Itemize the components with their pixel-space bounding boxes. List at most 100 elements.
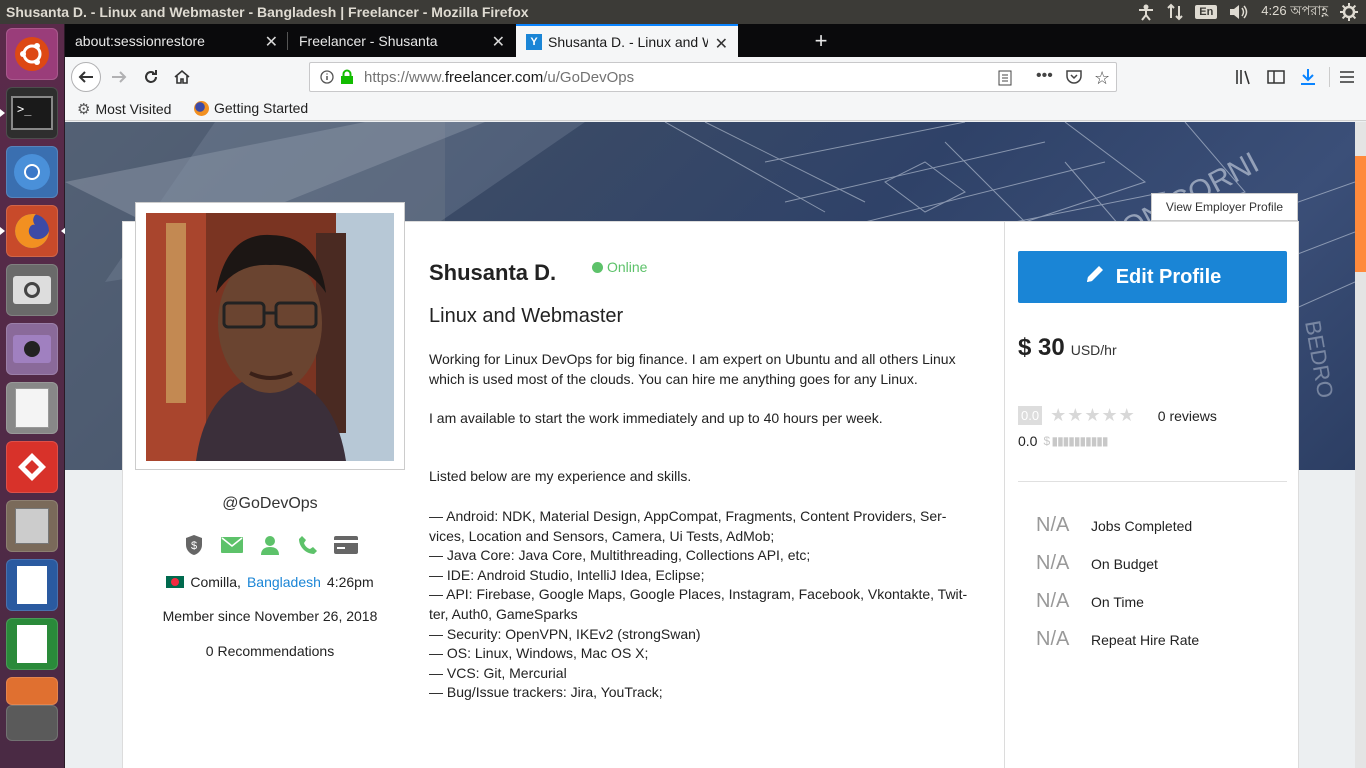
divider [1018, 481, 1287, 482]
recommendations-count[interactable]: 0 Recommendations [135, 643, 405, 659]
stat-on-time: N/A On Time [1036, 590, 1144, 613]
pocket-icon[interactable] [1066, 70, 1082, 90]
clock[interactable]: 4:26 অপরাহ্ণ [1261, 2, 1328, 23]
url-text[interactable]: https://www.freelancer.com/u/GoDevOps [364, 69, 634, 86]
text-editor-icon[interactable] [6, 382, 58, 434]
earnings-score: 0.0 $ ▮▮▮▮▮▮▮▮▮▮ [1018, 433, 1109, 449]
accessibility-icon[interactable] [1137, 3, 1155, 21]
bio-paragraph: Working for Linux DevOps for big finance… [429, 351, 956, 387]
hourly-rate: $ 30 USD/hr [1018, 334, 1117, 362]
downloads-icon[interactable] [1294, 63, 1322, 91]
earnings-score-value: 0.0 [1018, 433, 1038, 449]
page-viewport: TION CORNI BEDRO NE View Employer Profil… [65, 122, 1366, 768]
library-icon[interactable] [1230, 63, 1258, 91]
star-rating-icon: ★★★★★ [1050, 405, 1136, 425]
location-line: Comilla, Bangladesh 4:26pm [135, 574, 405, 590]
username-handle: @GoDevOps [222, 495, 318, 512]
tab-active-profile[interactable]: Y Shusanta D. - Linux and W ✕ [516, 24, 738, 57]
profile-name: Shusanta D. [429, 260, 557, 285]
page-scrollbar-thumb[interactable] [1355, 156, 1366, 272]
bookmark-most-visited[interactable]: ⚙ Most Visited [77, 100, 171, 118]
bio-paragraph: I am available to start the work immedia… [429, 409, 883, 426]
skill-line: — Java Core: Java Core, Multithreading, … [429, 547, 811, 564]
tab-session-restore[interactable]: about:sessionrestore ✕ [65, 24, 288, 57]
skill-line: — API: Firebase, Google Maps, Google Pla… [429, 586, 968, 622]
new-tab-button[interactable]: + [810, 24, 832, 57]
online-dot-icon [592, 261, 603, 273]
phone-verified-icon[interactable] [296, 534, 320, 556]
verification-icons: $ [182, 534, 358, 556]
firefox-icon[interactable] [0, 205, 66, 257]
keyboard-language-indicator[interactable]: En [1195, 5, 1218, 19]
back-button[interactable] [71, 62, 101, 92]
terminal-icon[interactable]: >_ [0, 87, 58, 139]
home-button[interactable] [168, 63, 196, 91]
bangladesh-flag-icon [166, 576, 185, 588]
location-country-link[interactable]: Bangladesh [247, 574, 321, 590]
writer-icon[interactable] [6, 559, 58, 611]
email-verified-icon[interactable] [220, 534, 244, 556]
view-employer-profile-button[interactable]: View Employer Profile [1151, 193, 1298, 221]
rating-badge: 0.0 [1018, 406, 1043, 425]
updater-icon[interactable] [6, 705, 58, 741]
close-icon[interactable]: ✕ [265, 32, 278, 52]
stat-value: N/A [1036, 552, 1070, 574]
calc-icon[interactable] [6, 618, 58, 670]
close-icon[interactable]: ✕ [492, 32, 505, 52]
skill-line: — Android: NDK, Material Design, AppComp… [429, 507, 947, 544]
tab-separator [287, 32, 288, 50]
profile-side-card [1005, 221, 1299, 768]
local-time: 4:26pm [326, 574, 374, 590]
pencil-icon [1084, 263, 1106, 291]
anydesk-icon[interactable] [6, 441, 58, 493]
reviews-count[interactable]: 0 reviews [1158, 408, 1217, 424]
lock-icon[interactable] [340, 69, 354, 90]
chromium-icon[interactable] [6, 146, 58, 198]
unity-launcher: >_ [0, 24, 66, 768]
profile-verified-icon[interactable] [258, 534, 282, 556]
volume-icon[interactable] [1229, 4, 1249, 20]
stat-on-budget: N/A On Budget [1036, 552, 1158, 575]
skill-line: — VCS: Git, Mercurial [429, 664, 567, 681]
network-icon[interactable] [1167, 3, 1183, 21]
file-cabinet-icon[interactable] [6, 500, 58, 552]
bookmark-star-icon[interactable]: ☆ [1094, 68, 1110, 89]
tab-freelancer-shusanta[interactable]: Freelancer - Shusanta ✕ [289, 24, 515, 57]
page-actions-icon[interactable]: ••• [1036, 67, 1053, 85]
rating-row: 0.0 ★★★★★ 0 reviews [1018, 405, 1217, 426]
skill-line: — OS: Linux, Windows, Mac OS X; [429, 645, 649, 662]
edit-profile-label: Edit Profile [1115, 265, 1222, 288]
svg-text:$: $ [191, 540, 197, 552]
webcam-icon[interactable] [6, 323, 58, 375]
menu-hamburger-icon[interactable] [1333, 63, 1361, 91]
skills-list: — Android: NDK, Material Design, AppComp… [429, 507, 969, 703]
reader-view-icon[interactable] [998, 70, 1012, 91]
stat-label: Jobs Completed [1091, 517, 1193, 534]
tab-label: Shusanta D. - Linux and W [548, 33, 708, 50]
edit-profile-button[interactable]: Edit Profile [1018, 251, 1287, 303]
sidebar-icon[interactable] [1262, 63, 1290, 91]
earnings-bar-icon: $ ▮▮▮▮▮▮▮▮▮▮ [1043, 434, 1108, 448]
tab-label: about:sessionrestore [75, 32, 205, 49]
close-icon[interactable]: ✕ [715, 34, 728, 54]
forward-button[interactable] [105, 63, 133, 91]
software-center-icon[interactable] [6, 677, 58, 705]
bookmark-getting-started[interactable]: Getting Started [194, 100, 308, 116]
profile-photo [146, 213, 394, 461]
info-icon[interactable] [320, 70, 334, 89]
reload-button[interactable] [137, 63, 165, 91]
profile-description: Working for Linux DevOps for big finance… [429, 350, 969, 703]
settings-gear-icon[interactable] [1340, 3, 1358, 21]
window-title: Shusanta D. - Linux and Webmaster - Bang… [6, 4, 529, 20]
shield-dollar-icon[interactable]: $ [182, 534, 206, 556]
url-bar[interactable]: https://www.freelancer.com/u/GoDevOps ••… [309, 62, 1117, 92]
online-status-badge: Online [592, 259, 647, 275]
rate-unit: USD/hr [1070, 342, 1117, 358]
camera-app-icon[interactable] [6, 264, 58, 316]
freelancer-favicon-icon: Y [526, 33, 542, 50]
ubuntu-dash-icon[interactable] [6, 28, 58, 80]
member-since: Member since November 26, 2018 [162, 608, 378, 624]
payment-card-icon[interactable] [334, 534, 358, 556]
stat-value: N/A [1036, 590, 1070, 612]
system-tray: En 4:26 অপরাহ্ণ [1137, 0, 1358, 24]
